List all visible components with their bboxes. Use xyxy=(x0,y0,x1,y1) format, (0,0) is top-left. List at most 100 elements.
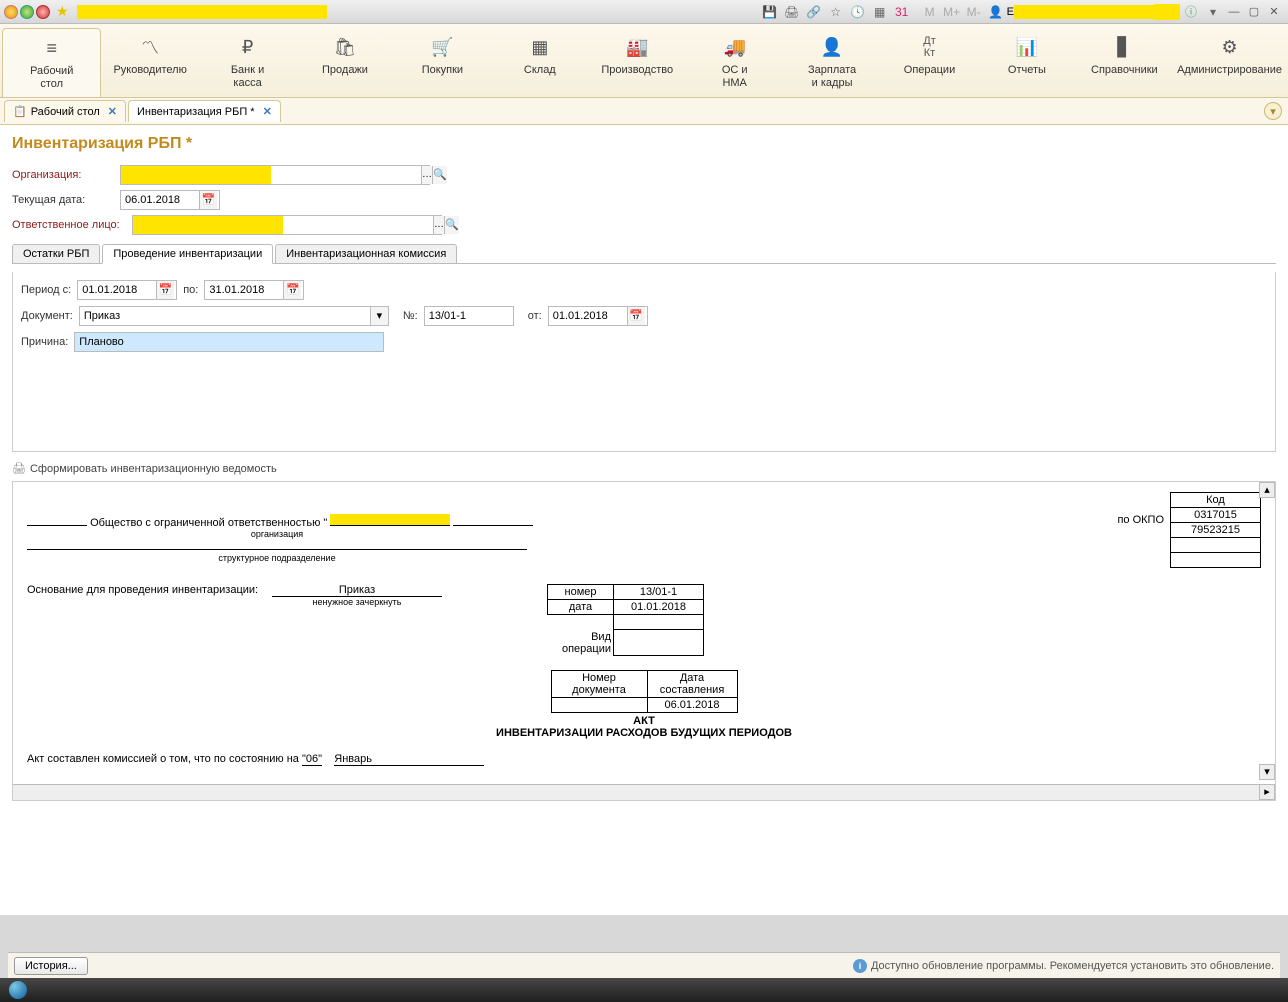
period-from-label: Период с: xyxy=(21,284,71,296)
gear-icon: ⚙ xyxy=(1177,36,1282,58)
okpo-value: 79523215 xyxy=(1171,523,1261,538)
generate-report-label: Сформировать инвентаризационную ведомост… xyxy=(30,463,277,475)
scroll-down-button[interactable]: ▾ xyxy=(1259,764,1275,780)
from-date-calendar-button[interactable]: 📅 xyxy=(627,307,645,325)
ribbon-bank[interactable]: ₽Банк и касса xyxy=(199,28,296,97)
commission-prefix: Акт составлен комиссией о том, что по со… xyxy=(27,753,302,765)
data-label: дата xyxy=(548,600,614,615)
memory-mplus-icon[interactable]: M+ xyxy=(944,4,960,20)
memory-m-icon[interactable]: M xyxy=(922,4,938,20)
ribbon-desktop[interactable]: ≡Рабочий стол xyxy=(2,28,101,97)
report-okpo-label: по ОКПО xyxy=(1117,492,1170,526)
subtab-commission[interactable]: Инвентаризационная комиссия xyxy=(275,244,457,264)
star-icon[interactable]: ☆ xyxy=(828,4,844,20)
subtab-balances[interactable]: Остатки РБП xyxy=(12,244,100,264)
kod-header: Код xyxy=(1171,493,1261,508)
minimize-button[interactable]: — xyxy=(1226,4,1242,20)
notification-badge[interactable] xyxy=(1154,4,1180,20)
titlebar-btn-2[interactable] xyxy=(20,5,34,19)
report-basis-table: номер13/01-1 дата01.01.2018 Вид операции xyxy=(547,584,704,656)
start-button[interactable] xyxy=(0,978,36,1002)
user-icon: 👤 xyxy=(988,4,1004,20)
org-input[interactable] xyxy=(121,166,271,184)
save-icon[interactable]: 💾 xyxy=(762,4,778,20)
from-date-input[interactable] xyxy=(549,307,627,325)
person-icon: 👤 xyxy=(787,36,876,58)
ruble-icon: ₽ xyxy=(203,36,292,58)
horizontal-scrollbar[interactable] xyxy=(13,784,1259,800)
ribbon-manager[interactable]: 〽Руководителю xyxy=(101,28,198,97)
ribbon-production[interactable]: 🏭Производство xyxy=(589,28,686,97)
favorite-icon[interactable]: ★ xyxy=(56,3,69,20)
ribbon-assets[interactable]: 🚚ОС и НМА xyxy=(686,28,783,97)
scroll-up-button[interactable]: ▴ xyxy=(1259,482,1275,498)
docdate-label: Дата составления xyxy=(647,671,737,698)
period-from-calendar-button[interactable]: 📅 xyxy=(156,281,174,299)
date-input[interactable] xyxy=(121,191,199,209)
document-input[interactable] xyxy=(80,307,370,325)
date-calendar-button[interactable]: 📅 xyxy=(199,191,217,209)
report-subdiv-caption: структурное подразделение xyxy=(27,553,527,563)
start-orb-icon xyxy=(9,981,27,999)
titlebar-btn-1[interactable] xyxy=(4,5,18,19)
memory-mminus-icon[interactable]: M- xyxy=(966,4,982,20)
report-code-table: Код 0317015 79523215 xyxy=(1170,492,1261,568)
ribbon-admin[interactable]: ⚙Администрирование xyxy=(1173,28,1286,97)
document-dropdown-button[interactable]: ▾ xyxy=(370,307,388,325)
tab-inventory[interactable]: Инвентаризация РБП * ✕ xyxy=(128,100,281,122)
scroll-right-button[interactable]: ▸ xyxy=(1259,784,1275,800)
reason-input[interactable] xyxy=(75,333,383,351)
ribbon-warehouse[interactable]: ▦Склад xyxy=(491,28,588,97)
collapse-ribbon-button[interactable]: ▾ xyxy=(1264,102,1282,120)
responsible-select-button[interactable]: … xyxy=(433,216,444,234)
ribbon-operations[interactable]: ДтКтОперации xyxy=(881,28,978,97)
ribbon-sales[interactable]: 🛍Продажи xyxy=(296,28,393,97)
info-icon[interactable]: ⓘ xyxy=(1183,4,1199,20)
number-input[interactable] xyxy=(425,307,511,325)
nomer-label: номер xyxy=(548,585,614,600)
document-label: Документ: xyxy=(21,310,73,322)
org-search-button[interactable]: 🔍 xyxy=(432,166,447,184)
link-icon[interactable]: 🔗 xyxy=(806,4,822,20)
docdate-value: 06.01.2018 xyxy=(647,698,737,713)
responsible-input-rest[interactable] xyxy=(283,216,433,234)
close-button[interactable]: ✕ xyxy=(1266,4,1282,20)
responsible-search-button[interactable]: 🔍 xyxy=(444,216,459,234)
calendar-icon[interactable]: 31 xyxy=(894,4,910,20)
print-icon[interactable]: 🖨 xyxy=(784,4,800,20)
update-notification[interactable]: i Доступно обновление программы. Рекомен… xyxy=(853,959,1274,973)
report-body[interactable]: Общество с ограниченной ответственностью… xyxy=(13,482,1275,782)
period-to-input[interactable] xyxy=(205,281,283,299)
date-label: Текущая дата: xyxy=(12,194,120,206)
tab-desktop[interactable]: 📋 Рабочий стол ✕ xyxy=(4,100,126,122)
subtab-conduct[interactable]: Проведение инвентаризации xyxy=(102,244,273,264)
history-button[interactable]: История... xyxy=(14,957,88,975)
generate-report-link[interactable]: 🖨 Сформировать инвентаризационную ведомо… xyxy=(12,462,1276,475)
responsible-input[interactable] xyxy=(133,216,283,234)
inventory-subtabs: Остатки РБП Проведение инвентаризации Ин… xyxy=(12,243,1276,264)
maximize-button[interactable]: ▢ xyxy=(1246,4,1262,20)
calc-icon[interactable]: ▦ xyxy=(872,4,888,20)
period-to-calendar-button[interactable]: 📅 xyxy=(283,281,301,299)
ribbon-reports[interactable]: 📊Отчеты xyxy=(978,28,1075,97)
cart-icon: 🛒 xyxy=(398,36,487,58)
chart-icon: 〽 xyxy=(105,36,194,58)
org-select-button[interactable]: … xyxy=(421,166,432,184)
ribbon-salary[interactable]: 👤Зарплата и кадры xyxy=(783,28,880,97)
commission-month: Январь xyxy=(334,753,484,766)
tab-close-button[interactable]: ✕ xyxy=(263,105,272,118)
org-input-rest[interactable] xyxy=(271,166,421,184)
ribbon-references[interactable]: ▋Справочники xyxy=(1076,28,1173,97)
ribbon-purchases[interactable]: 🛒Покупки xyxy=(394,28,491,97)
dropdown-icon[interactable]: ▾ xyxy=(1205,4,1221,20)
menu-icon: ≡ xyxy=(7,37,96,59)
book-icon: ▋ xyxy=(1080,36,1169,58)
tab-close-button[interactable]: ✕ xyxy=(108,105,117,118)
windows-taskbar xyxy=(0,978,1288,1002)
period-from-input[interactable] xyxy=(78,281,156,299)
clock-icon[interactable]: 🕓 xyxy=(850,4,866,20)
basis-value: Приказ xyxy=(272,584,442,597)
titlebar-btn-3[interactable] xyxy=(36,5,50,19)
user-prefix: E xyxy=(1007,6,1014,18)
truck-icon: 🚚 xyxy=(690,36,779,58)
